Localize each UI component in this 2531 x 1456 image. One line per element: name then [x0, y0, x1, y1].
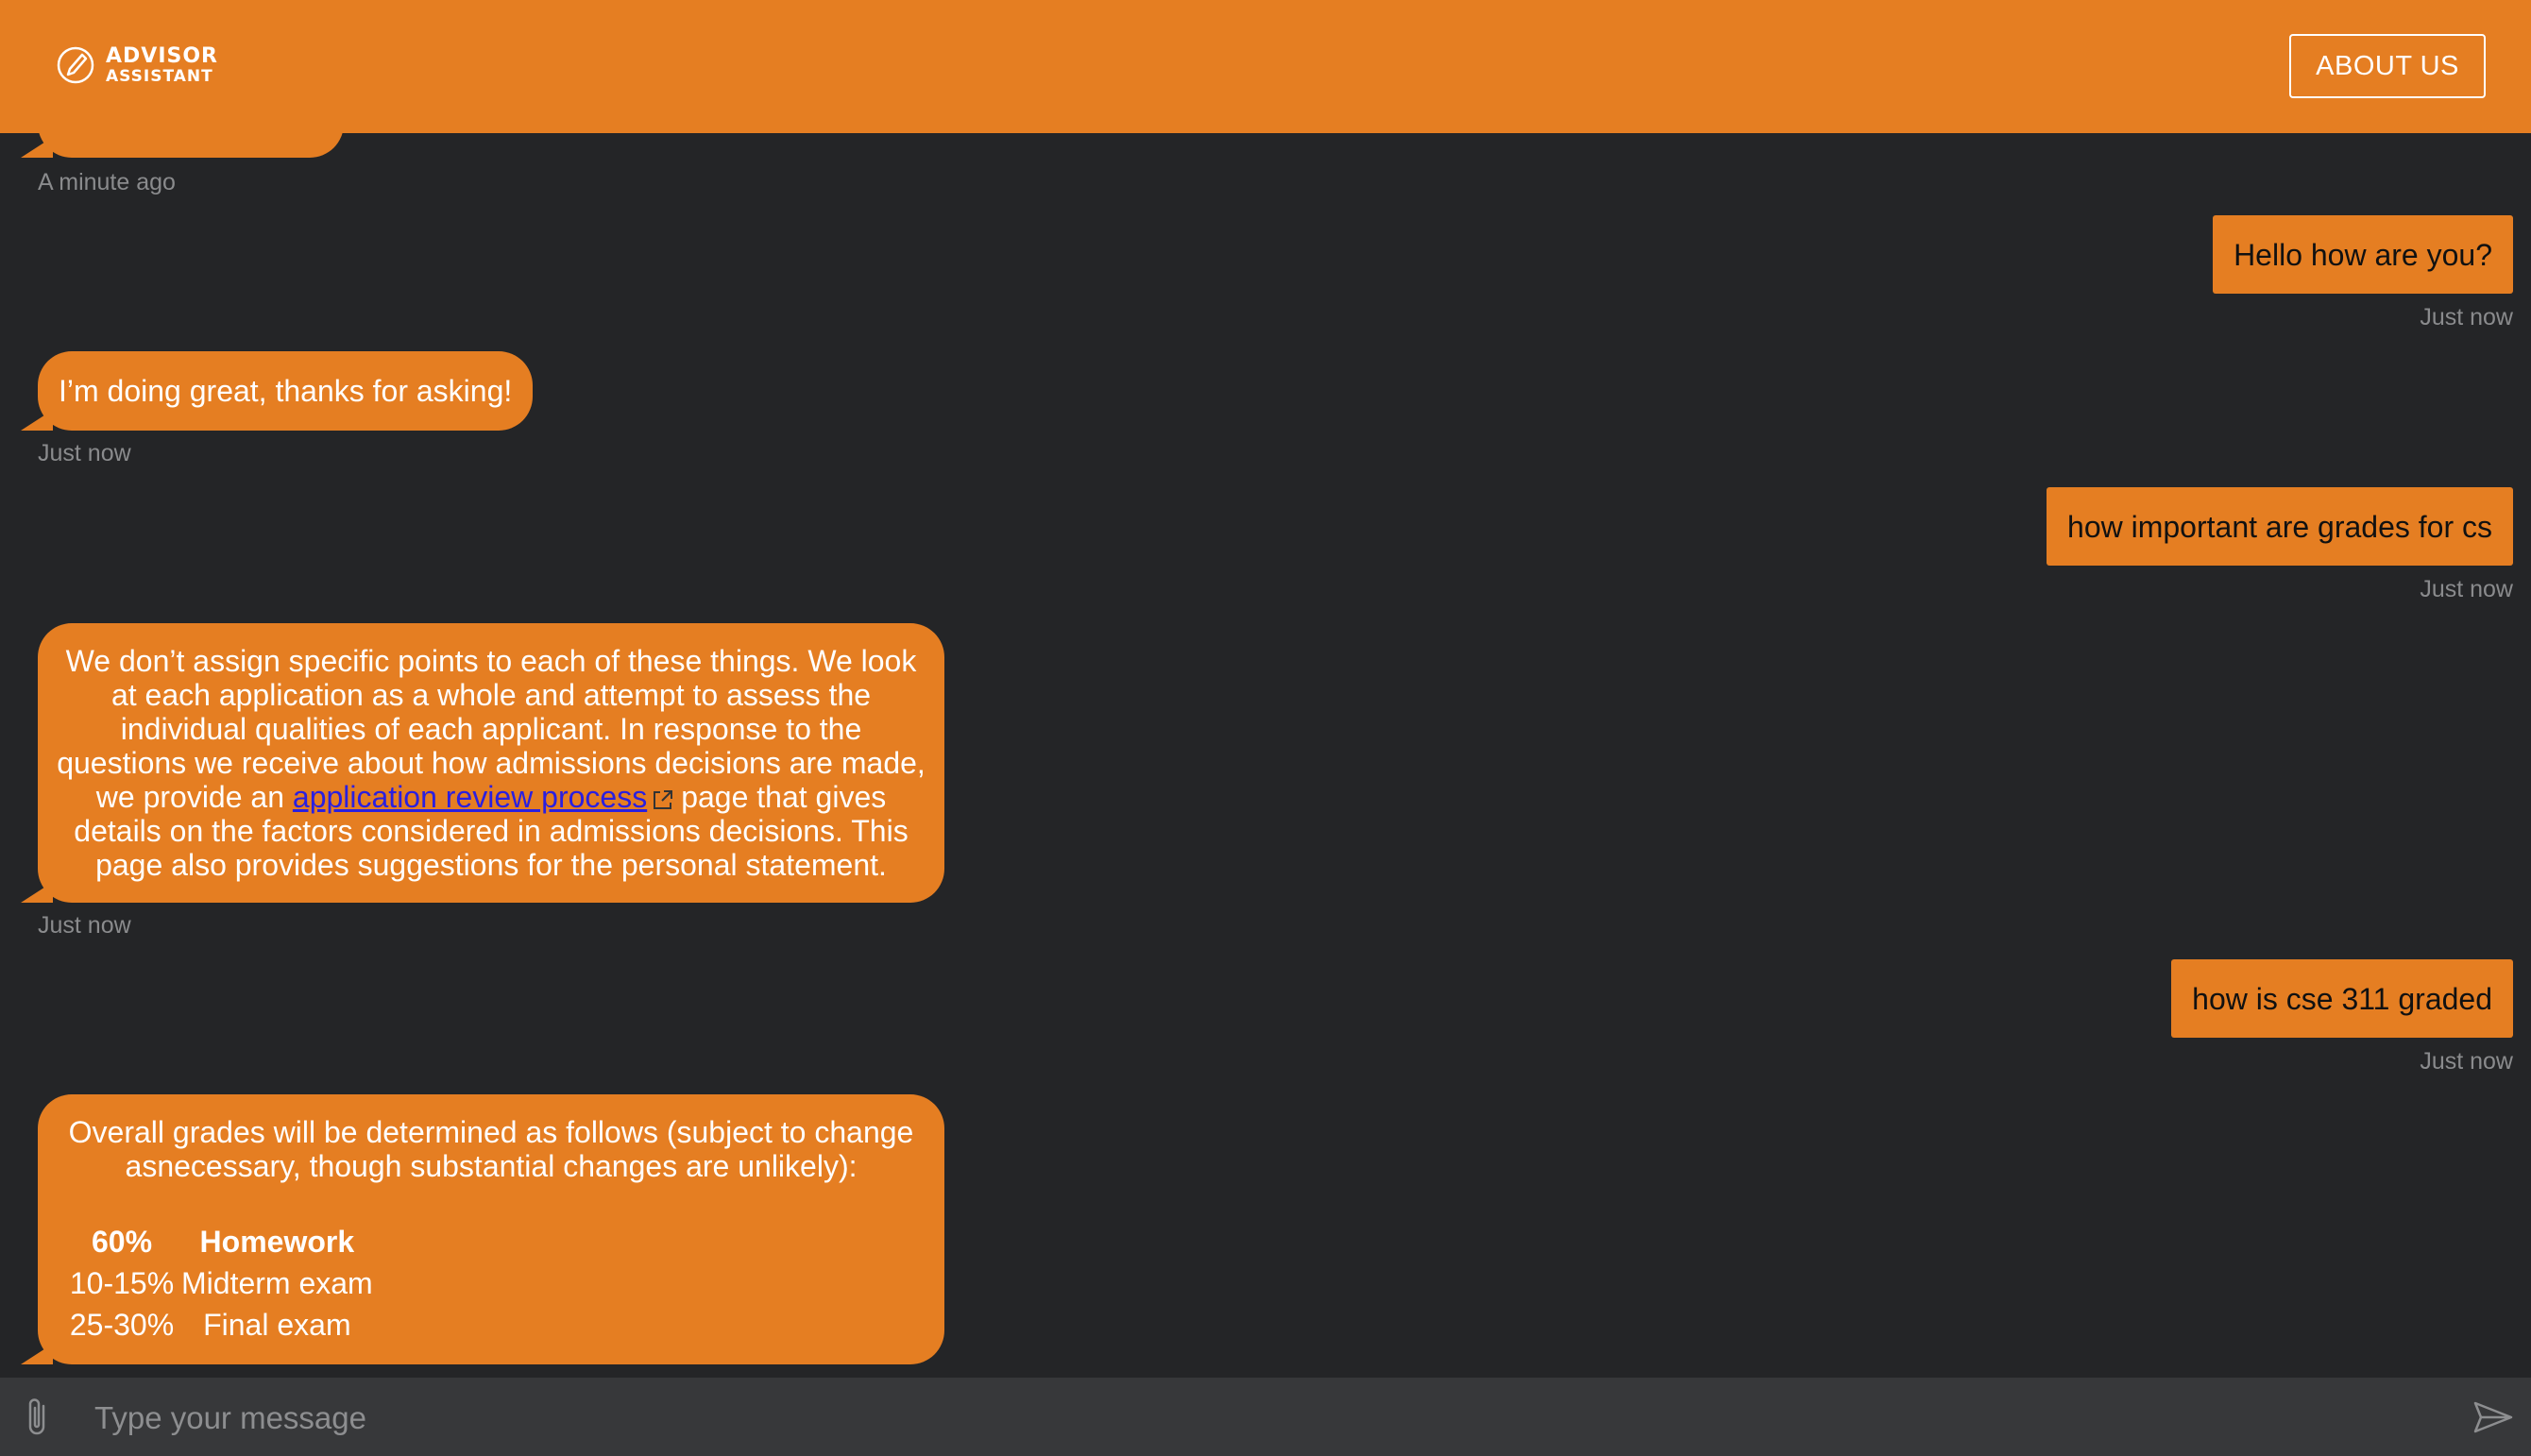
- bot-message-text: I’m doing great, thanks for asking!: [59, 374, 513, 408]
- send-icon[interactable]: [2472, 1400, 2514, 1434]
- app-logo[interactable]: ADVISOR ASSISTANT: [57, 42, 246, 92]
- grade-percent: 25-30%: [69, 1308, 175, 1342]
- message-timestamp: A minute ago: [38, 169, 176, 195]
- about-us-button[interactable]: ABOUT US: [2289, 34, 2486, 98]
- message-input[interactable]: [93, 1395, 2363, 1442]
- app-header: ADVISOR ASSISTANT ABOUT US: [0, 0, 2531, 133]
- pencil-circle-icon: [57, 46, 94, 84]
- user-message-text: how is cse 311 graded: [2192, 981, 2492, 1016]
- grade-item: Homework: [199, 1225, 355, 1259]
- table-row: 10-15% Midterm exam: [62, 1262, 373, 1304]
- paperclip-icon[interactable]: [23, 1397, 53, 1438]
- bot-message-bubble: [21, 133, 344, 158]
- application-review-process-link[interactable]: application review process: [293, 780, 647, 814]
- user-message-text: Hello how are you?: [2234, 237, 2492, 272]
- message-timestamp: Just now: [38, 912, 131, 939]
- bot-message-bubble: We don’t assign specific points to each …: [21, 623, 944, 903]
- user-message-bubble: how important are grades for cs: [2047, 487, 2513, 566]
- user-message-bubble: Hello how are you?: [2213, 215, 2513, 294]
- user-message-text: how important are grades for cs: [2067, 509, 2492, 544]
- grade-item: Midterm exam: [181, 1266, 373, 1300]
- table-row: 25-30% Final exam: [62, 1304, 373, 1346]
- grade-percent: 10-15%: [69, 1266, 175, 1300]
- logo-text-line1: ADVISOR: [106, 44, 218, 68]
- bot-message-bubble: Overall grades will be determined as fol…: [21, 1094, 944, 1364]
- message-timestamp: Just now: [2420, 304, 2513, 330]
- message-composer: [0, 1378, 2531, 1456]
- user-message-bubble: how is cse 311 graded: [2171, 959, 2513, 1038]
- chat-transcript[interactable]: A minute ago Hello how are you? Just now…: [0, 133, 2531, 1378]
- logo-text-line2: ASSISTANT: [106, 67, 213, 86]
- table-row: 60% Homework: [62, 1221, 373, 1262]
- grading-table: 60% Homework 10-15% Midterm exam 25-30% …: [62, 1221, 373, 1346]
- grading-intro-text: Overall grades will be determined as fol…: [68, 1115, 914, 1183]
- bot-message-text: We don’t assign specific points to each …: [57, 644, 926, 882]
- grade-percent: 60%: [91, 1225, 153, 1259]
- message-timestamp: Just now: [2420, 576, 2513, 602]
- grade-item: Final exam: [203, 1308, 351, 1342]
- message-timestamp: Just now: [2420, 1048, 2513, 1075]
- message-timestamp: Just now: [38, 440, 131, 466]
- bot-message-bubble: I’m doing great, thanks for asking!: [20, 351, 534, 431]
- external-link-icon: [654, 789, 673, 809]
